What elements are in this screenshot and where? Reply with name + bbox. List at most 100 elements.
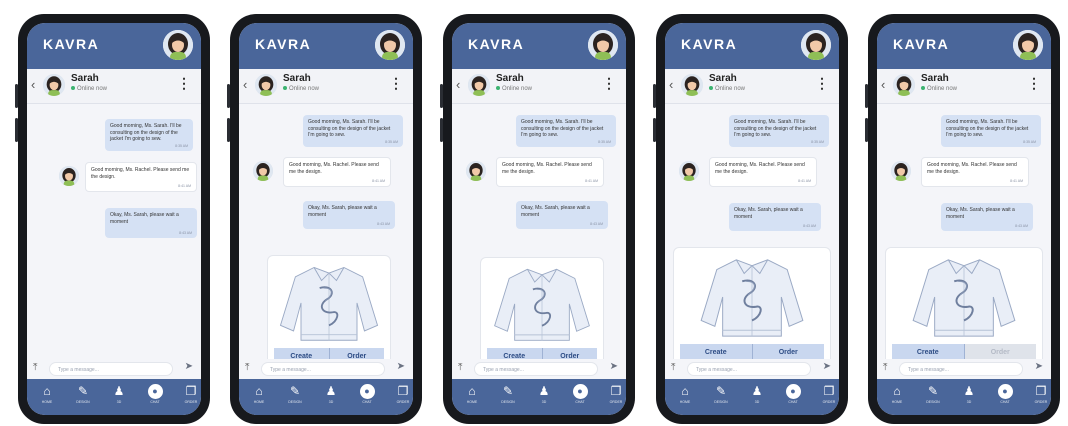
create-button[interactable]: Create (680, 344, 752, 360)
contact-status: Online now (283, 86, 319, 92)
nav-item-chat[interactable]: ● CHAT (991, 384, 1019, 404)
bottom-nav: ⌂ HOME ✎ DESIGN ♟ 3D ● CHAT ❐ ORDER (452, 379, 626, 415)
profile-avatar[interactable] (375, 30, 405, 60)
back-chevron-left-icon[interactable]: ‹ (881, 77, 885, 92)
nav-item-3d[interactable]: ♟ 3D (530, 384, 558, 404)
nav-item-order[interactable]: ❐ ORDER (177, 384, 201, 404)
upload-icon[interactable]: ⤒ (33, 362, 37, 373)
nav-item-3d[interactable]: ♟ 3D (955, 384, 983, 404)
back-chevron-left-icon[interactable]: ‹ (669, 77, 673, 92)
message-time: 8:35 AM (175, 143, 188, 148)
message-composer: ⤒ Type a message... ➤ (239, 359, 413, 379)
app-screen: KAVRA ‹ Sarah Online now ⋮ Good morning, Ms. … (452, 23, 626, 415)
nav-item-order[interactable]: ❐ ORDER (1027, 384, 1051, 404)
message-text: Okay, Ms. Sarah, please wait a moment (110, 212, 179, 225)
upload-icon[interactable]: ⤒ (883, 362, 887, 373)
message-time: 8:43 AM (590, 221, 603, 226)
back-chevron-left-icon[interactable]: ‹ (243, 77, 247, 92)
nav-label: DESIGN (714, 400, 728, 404)
phone-frame: KAVRA ‹ Sarah Online now ⋮ Good morning, Ms. … (653, 14, 848, 424)
message-bubble: Okay, Ms. Sarah, please wait a moment 8:4… (303, 201, 395, 229)
nav-item-3d[interactable]: ♟ 3D (105, 384, 133, 404)
create-button[interactable]: Create (892, 344, 964, 360)
nav-item-3d[interactable]: ♟ 3D (317, 384, 345, 404)
contact-name: Sarah (709, 73, 737, 84)
online-dot (283, 86, 287, 91)
nav-label: HOME (253, 400, 265, 404)
send-icon[interactable]: ➤ (185, 361, 193, 372)
jacket-design-image (268, 260, 390, 344)
more-vertical-icon[interactable]: ⋮ (602, 75, 616, 92)
nav-item-order[interactable]: ❐ ORDER (815, 384, 839, 404)
message-bubble: Good morning, Ms. Sarah. I'll be consult… (729, 115, 829, 147)
nav-item-home[interactable]: ⌂ HOME (883, 384, 911, 404)
app-header: KAVRA (452, 23, 626, 69)
contact-status: Online now (709, 86, 745, 92)
nav-item-order[interactable]: ❐ ORDER (602, 384, 626, 404)
nav-item-chat[interactable]: ● CHAT (779, 384, 807, 404)
nav-item-order[interactable]: ❐ ORDER (389, 384, 413, 404)
back-chevron-left-icon[interactable]: ‹ (31, 77, 35, 92)
nav-item-home[interactable]: ⌂ HOME (671, 384, 699, 404)
order-button[interactable]: Order (963, 344, 1036, 360)
send-icon[interactable]: ➤ (610, 361, 618, 372)
online-dot (921, 86, 925, 91)
upload-icon[interactable]: ⤒ (458, 362, 462, 373)
design-card: Create Order (480, 257, 604, 369)
design-card: Create Order (673, 247, 831, 365)
send-icon[interactable]: ➤ (397, 361, 405, 372)
message-bubble: Good morning, Ms. Rachel. Please send me… (496, 157, 604, 187)
profile-avatar[interactable] (801, 30, 831, 60)
upload-icon[interactable]: ⤒ (245, 362, 249, 373)
message-text: Good morning, Ms. Rachel. Please send me… (289, 162, 379, 175)
send-icon[interactable]: ➤ (1035, 361, 1043, 372)
more-vertical-icon[interactable]: ⋮ (389, 75, 403, 92)
message-input[interactable]: Type a message... (49, 362, 173, 376)
nav-item-design[interactable]: ✎ DESIGN (707, 384, 735, 404)
nav-item-chat[interactable]: ● CHAT (141, 384, 169, 404)
message-time: 8:43 AM (179, 230, 192, 235)
more-vertical-icon[interactable]: ⋮ (815, 75, 829, 92)
nav-item-design[interactable]: ✎ DESIGN (69, 384, 97, 404)
message-text: Good morning, Ms. Sarah. I'll be consult… (110, 123, 182, 142)
nav-item-design[interactable]: ✎ DESIGN (919, 384, 947, 404)
message-input[interactable]: Type a message... (899, 362, 1023, 376)
message-time: 8:35 AM (385, 139, 398, 144)
message-time: 8:35 AM (598, 139, 611, 144)
back-chevron-left-icon[interactable]: ‹ (456, 77, 460, 92)
message-input[interactable]: Type a message... (474, 362, 598, 376)
message-input[interactable]: Type a message... (687, 362, 811, 376)
copy-icon: ❐ (397, 384, 409, 398)
chat-icon: ● (997, 384, 1013, 399)
nav-label: CHAT (575, 400, 585, 404)
more-vertical-icon[interactable]: ⋮ (1027, 75, 1041, 92)
message-input[interactable]: Type a message... (261, 362, 385, 376)
nav-item-home[interactable]: ⌂ HOME (245, 384, 273, 404)
nav-label: 3D (754, 400, 760, 404)
message-time: 8:41 AM (585, 178, 598, 183)
nav-item-chat[interactable]: ● CHAT (566, 384, 594, 404)
message-time: 8:41 AM (372, 178, 385, 183)
message-time: 8:41 AM (178, 183, 191, 188)
profile-avatar[interactable] (163, 30, 193, 60)
nav-label: 3D (966, 400, 972, 404)
pencil-icon: ✎ (77, 384, 89, 398)
chat-icon: ● (147, 384, 163, 399)
design-card: Create Order (267, 255, 391, 369)
profile-avatar[interactable] (1013, 30, 1043, 60)
more-vertical-icon[interactable]: ⋮ (177, 75, 191, 92)
nav-item-3d[interactable]: ♟ 3D (743, 384, 771, 404)
online-dot (71, 86, 75, 91)
upload-icon[interactable]: ⤒ (671, 362, 675, 373)
nav-item-design[interactable]: ✎ DESIGN (494, 384, 522, 404)
profile-avatar[interactable] (588, 30, 618, 60)
message-time: 8:43 AM (803, 223, 816, 228)
nav-item-design[interactable]: ✎ DESIGN (281, 384, 309, 404)
send-icon[interactable]: ➤ (823, 361, 831, 372)
nav-item-home[interactable]: ⌂ HOME (458, 384, 486, 404)
message-bubble: Good morning, Ms. Sarah. I'll be consult… (941, 115, 1041, 147)
copy-icon: ❐ (1035, 384, 1047, 398)
order-button[interactable]: Order (751, 344, 824, 360)
nav-item-chat[interactable]: ● CHAT (353, 384, 381, 404)
nav-item-home[interactable]: ⌂ HOME (33, 384, 61, 404)
